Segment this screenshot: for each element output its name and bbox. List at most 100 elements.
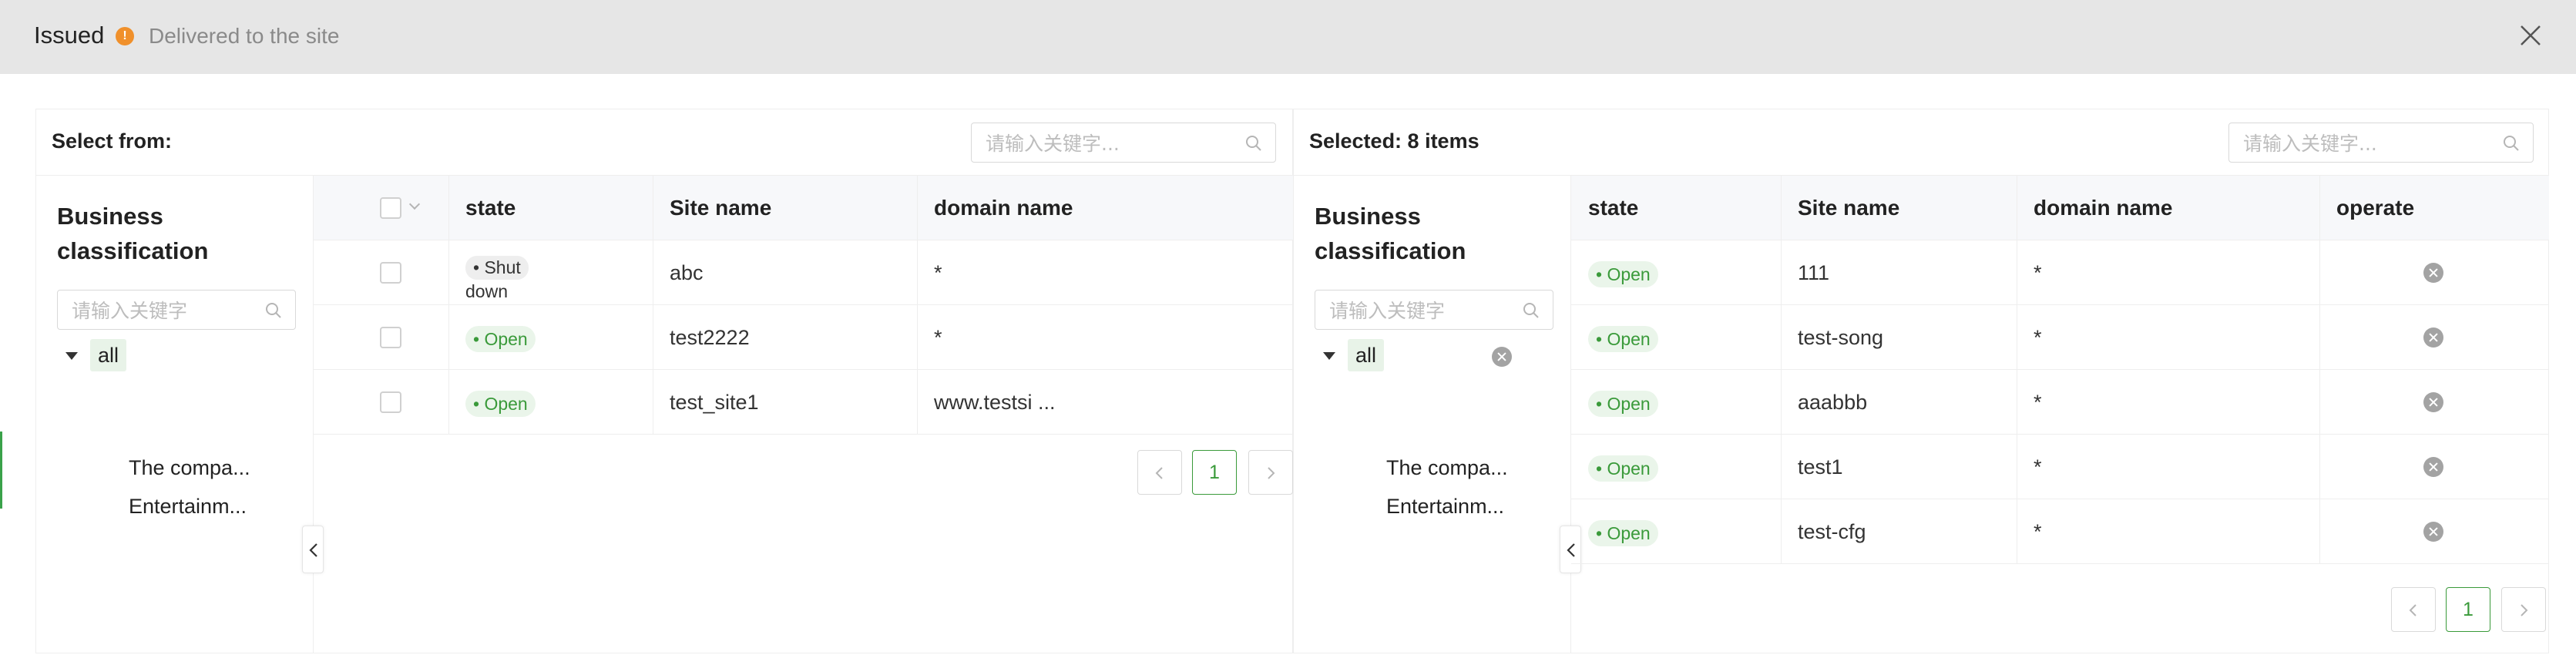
- remove-icon[interactable]: [2423, 457, 2443, 477]
- site-name-cell: aaabbb: [1781, 370, 2017, 435]
- prev-page-button[interactable]: [2391, 587, 2436, 632]
- remove-icon[interactable]: [2423, 392, 2443, 412]
- site-name-cell: test-song: [1781, 305, 2017, 370]
- status-badge: • Open: [1588, 325, 1658, 352]
- selected-panel-label: Selected: 8 items: [1309, 129, 1479, 153]
- selected-category-tree: Business classification all The compa...…: [1294, 176, 1571, 653]
- tree-node-company[interactable]: The compa...: [1386, 456, 1508, 480]
- tree-node-all[interactable]: all: [1348, 339, 1385, 371]
- column-header-site-name: Site name: [1781, 176, 2017, 240]
- domain-name-cell: www.testsi ...: [917, 370, 1293, 435]
- status-badge: • Open: [1588, 455, 1658, 482]
- source-panel-label: Select from:: [52, 129, 173, 153]
- table-header: state Site name domain name: [314, 176, 1293, 240]
- table-row[interactable]: • Shut down abc *: [314, 240, 1293, 305]
- source-search-input[interactable]: [986, 131, 1229, 156]
- prev-page-button[interactable]: [1137, 450, 1182, 495]
- status-badge: • Open: [1588, 390, 1658, 417]
- state-cell: • Open: [448, 305, 653, 370]
- state-cell: • Open: [1571, 240, 1781, 305]
- status-badge: • Open: [465, 390, 536, 417]
- site-name-cell: 111: [1781, 240, 2017, 305]
- selected-table: state Site name domain name operate • Op…: [1571, 176, 2549, 653]
- search-icon[interactable]: [1522, 301, 1540, 320]
- remove-icon[interactable]: [2423, 522, 2443, 542]
- tree-search-input[interactable]: [72, 298, 241, 323]
- row-checkbox[interactable]: [380, 327, 401, 348]
- table-row: • Open 111 *: [1571, 240, 2549, 305]
- column-header-site-name: Site name: [653, 176, 917, 240]
- select-all-checkbox[interactable]: [380, 197, 401, 219]
- table-row[interactable]: • Open test_site1 www.testsi ...: [314, 370, 1293, 435]
- remove-icon[interactable]: [2423, 263, 2443, 283]
- status-badge: • Shut down: [465, 256, 529, 304]
- row-checkbox[interactable]: [380, 262, 401, 284]
- tree-title: Business classification: [57, 203, 209, 264]
- column-header-operate: operate: [2319, 176, 2549, 240]
- site-name-cell: abc: [653, 240, 917, 305]
- column-header-state: state: [1588, 196, 1639, 220]
- status-badge: • Open: [465, 325, 536, 352]
- table-row: • Open test1 *: [1571, 435, 2549, 499]
- tree-search-box: [57, 290, 296, 330]
- next-page-button[interactable]: [1248, 450, 1293, 495]
- tree-node-all[interactable]: all: [90, 339, 127, 371]
- site-name-cell: test1: [1781, 435, 2017, 499]
- state-cell: • Open: [1571, 499, 1781, 564]
- table-row: • Open aaabbb *: [1571, 370, 2549, 435]
- remove-icon[interactable]: [2423, 327, 2443, 348]
- selected-panel-header: Selected: 8 items: [1294, 109, 2548, 176]
- table-row: • Open test-cfg *: [1571, 499, 2549, 564]
- status-subtitle: Delivered to the site: [149, 24, 340, 48]
- domain-name-cell: *: [2017, 370, 2319, 435]
- warning-dot-icon: !: [116, 27, 134, 45]
- tree-search-box: [1315, 290, 1553, 330]
- chevron-left-icon: [1155, 467, 1163, 479]
- column-header-state: state: [448, 176, 653, 240]
- search-icon[interactable]: [264, 301, 283, 320]
- chevron-down-icon[interactable]: [408, 198, 421, 210]
- caret-down-icon[interactable]: [65, 352, 78, 360]
- search-icon[interactable]: [1244, 134, 1263, 153]
- domain-name-cell: *: [917, 305, 1293, 370]
- page-number-button[interactable]: 1: [2446, 587, 2490, 632]
- state-cell: • Shut down: [448, 240, 653, 305]
- state-cell: • Open: [1571, 435, 1781, 499]
- operate-cell: [2319, 240, 2549, 305]
- domain-name-cell: *: [917, 240, 1293, 305]
- search-icon[interactable]: [2502, 134, 2521, 153]
- tree-node-entertainment[interactable]: Entertainm...: [1386, 495, 1504, 519]
- page-number-button[interactable]: 1: [1192, 450, 1237, 495]
- chevron-right-icon: [1268, 467, 1275, 479]
- next-page-button[interactable]: [2501, 587, 2546, 632]
- tree-node-entertainment[interactable]: Entertainm...: [129, 495, 247, 519]
- selected-panel: Selected: 8 items Business classificatio…: [1293, 109, 2549, 653]
- source-search-box: [971, 123, 1276, 163]
- operate-cell: [2319, 370, 2549, 435]
- tree-search-input[interactable]: [1329, 298, 1499, 323]
- source-category-tree: Business classification all The compa...…: [36, 176, 314, 653]
- operate-cell: [2319, 305, 2549, 370]
- domain-name-cell: *: [2017, 499, 2319, 564]
- dialog-title: Issued: [34, 22, 105, 49]
- source-panel: Select from: Business classification all…: [35, 109, 1293, 653]
- selected-search-box: [2228, 123, 2534, 163]
- chevron-right-icon: [2521, 604, 2528, 616]
- status-badge: • Open: [1588, 260, 1658, 287]
- column-header-domain-name: domain name: [917, 176, 1293, 240]
- state-cell: • Open: [1571, 370, 1781, 435]
- domain-name-cell: *: [2017, 435, 2319, 499]
- tree-node-company[interactable]: The compa...: [129, 456, 250, 480]
- operate-cell: [2319, 435, 2549, 499]
- state-cell: • Open: [1571, 305, 1781, 370]
- caret-down-icon[interactable]: [1323, 352, 1335, 360]
- selected-search-input[interactable]: [2243, 131, 2487, 156]
- row-checkbox[interactable]: [380, 391, 401, 413]
- clear-icon[interactable]: [1492, 347, 1512, 367]
- table-row: • Open test-song *: [1571, 305, 2549, 370]
- state-cell: • Open: [448, 370, 653, 435]
- close-icon[interactable]: [2515, 20, 2546, 51]
- table-row[interactable]: • Open test2222 *: [314, 305, 1293, 370]
- domain-name-cell: *: [2017, 240, 2319, 305]
- domain-name-cell: *: [2017, 305, 2319, 370]
